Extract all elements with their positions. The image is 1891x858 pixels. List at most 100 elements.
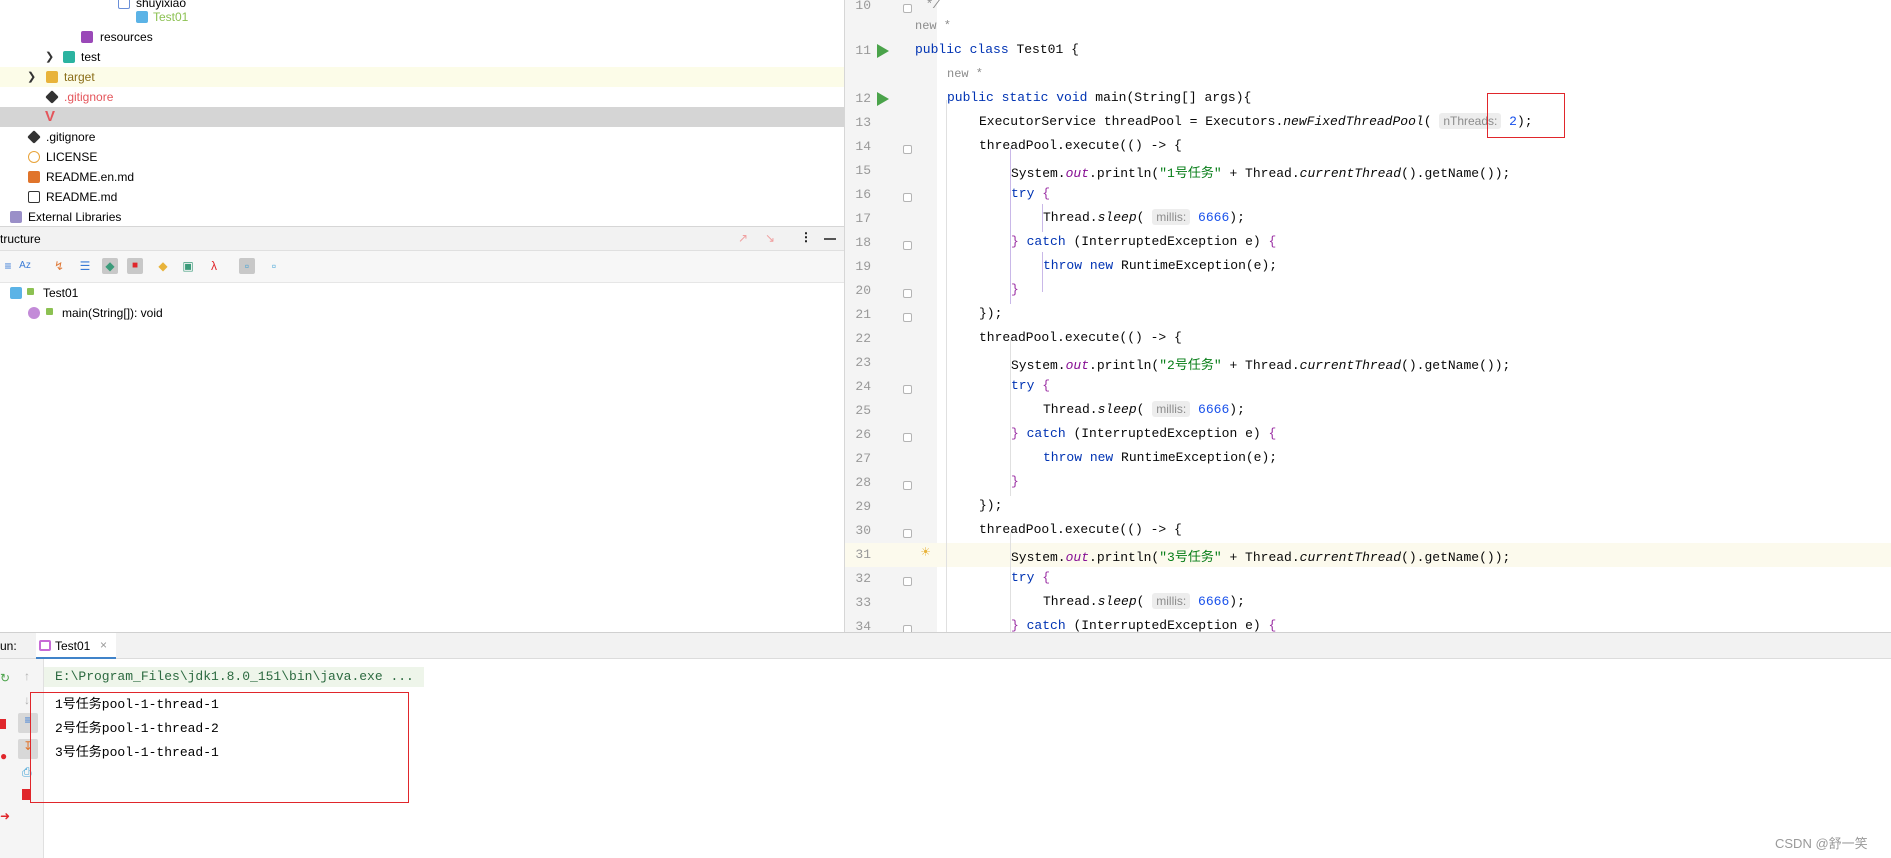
codevision-author-hint[interactable]: new *	[915, 19, 951, 33]
tree-item-target[interactable]: ❯ target	[0, 67, 844, 87]
tree-item-gitignore-1[interactable]: .gitignore	[0, 87, 844, 107]
rerun-icon[interactable]: ↻	[0, 671, 10, 685]
inherited-icon[interactable]: ↯	[51, 258, 67, 274]
structure-method-name: main(String[]): void	[62, 306, 163, 320]
line-number: 15	[855, 163, 871, 178]
tree-item-label: LICENSE	[46, 150, 98, 164]
line-number: 22	[855, 331, 871, 346]
field-icon[interactable]: ◆	[155, 258, 171, 274]
list-icon[interactable]: ☰	[77, 258, 93, 274]
lambda-icon[interactable]: λ	[206, 258, 222, 274]
structure-title: tructure	[0, 232, 41, 246]
exit-icon[interactable]: ➜	[0, 809, 10, 823]
annotation-box-nthreads	[1487, 93, 1565, 138]
code-line-27: throw new RuntimeException(e);	[1043, 450, 1278, 465]
watermark: CSDN @舒一笑	[1775, 836, 1868, 851]
structure-header: tructure ↗ ↘ ⋮	[0, 227, 844, 251]
line-number: 13	[855, 115, 871, 130]
fold-marker-icon[interactable]	[903, 577, 912, 586]
code-line-19: throw new RuntimeException(e);	[1043, 258, 1278, 273]
code-line-33: Thread.sleep( millis: 6666);	[1043, 593, 1245, 609]
tree-item-license[interactable]: LICENSE	[0, 147, 844, 167]
run-config-icon	[39, 640, 51, 651]
code-editor[interactable]: 10 11 12 13 14 15 16 17 18 19 20 21 22 2…	[844, 0, 1891, 634]
code-line-23: System.out.println("2号任务" + Thread.curre…	[1011, 358, 1511, 373]
autoscroll-to-source-icon[interactable]: ▫	[239, 258, 255, 274]
scroll-up-icon[interactable]: ↑	[24, 669, 30, 683]
test-folder-icon	[63, 51, 75, 63]
tree-item-external-libraries[interactable]: External Libraries	[0, 207, 844, 226]
run-main-icon[interactable]	[877, 92, 889, 106]
vue-icon: V	[45, 108, 56, 125]
resources-folder-icon	[81, 31, 93, 43]
license-icon	[28, 151, 40, 163]
tree-item-label: resources	[100, 30, 153, 44]
expand-icon[interactable]: ↗	[738, 231, 748, 245]
public-icon	[46, 308, 53, 315]
line-number: 12	[855, 91, 871, 106]
tag-icon[interactable]: ◆	[102, 258, 118, 274]
fold-marker-icon[interactable]	[903, 193, 912, 202]
collapse-icon[interactable]: ↘	[765, 231, 775, 245]
line-number: 33	[855, 595, 871, 610]
structure-method-row[interactable]: main(String[]): void	[0, 303, 844, 323]
tree-item-gitignore-2[interactable]: .gitignore	[0, 127, 844, 147]
sort-alpha-icon[interactable]: Az	[17, 258, 33, 274]
code-line-22: threadPool.execute(() -> {	[979, 330, 1182, 345]
tree-item-readme[interactable]: README.md	[0, 187, 844, 207]
git-icon	[27, 130, 41, 144]
tree-item-test01-class[interactable]: Test01	[0, 7, 844, 27]
tree-item-selected[interactable]: V	[0, 107, 844, 127]
structure-class-row[interactable]: Test01	[0, 283, 844, 303]
line-number: 27	[855, 451, 871, 466]
fold-marker-icon[interactable]	[903, 289, 912, 298]
autoscroll-from-source-icon[interactable]: ▫	[266, 258, 282, 274]
stop-icon[interactable]	[0, 719, 6, 729]
chevron-right-icon[interactable]: ❯	[27, 67, 36, 87]
lock-icon[interactable]: ■	[127, 258, 143, 274]
class-icon	[10, 287, 22, 299]
code-line-21: });	[979, 306, 1003, 321]
fold-marker-icon[interactable]	[903, 145, 912, 154]
line-number: 28	[855, 475, 871, 490]
tree-item-label: .gitignore	[46, 130, 96, 144]
fold-marker-icon[interactable]	[903, 4, 912, 13]
excluded-folder-icon	[46, 71, 58, 83]
code-line-20: }	[1011, 282, 1019, 297]
param-hint-millis: millis:	[1152, 401, 1191, 417]
chevron-right-icon[interactable]: ❯	[45, 47, 54, 67]
camera-icon[interactable]: ●	[0, 749, 7, 763]
fold-marker-icon[interactable]	[903, 481, 912, 490]
code-line-24: try {	[1011, 378, 1051, 393]
fold-marker-icon[interactable]	[903, 529, 912, 538]
code-line-15: System.out.println("1号任务" + Thread.curre…	[1011, 166, 1511, 181]
options-icon[interactable]: ⋮	[800, 230, 812, 244]
fold-marker-icon[interactable]	[903, 313, 912, 322]
sort-icon[interactable]: ≡	[0, 258, 16, 274]
fold-marker-icon[interactable]	[903, 433, 912, 442]
fold-marker-icon[interactable]	[903, 385, 912, 394]
tree-item-label: README.en.md	[46, 170, 135, 184]
run-tab-label: Test01	[55, 639, 91, 653]
codevision-author-hint[interactable]: new *	[947, 67, 983, 81]
line-number: 18	[855, 235, 871, 250]
minimize-icon[interactable]	[824, 238, 836, 240]
document-icon	[28, 191, 40, 203]
fold-marker-icon[interactable]	[903, 241, 912, 250]
tree-item-test[interactable]: ❯ test	[0, 47, 844, 67]
line-number: 31	[855, 547, 871, 562]
code-line-30: threadPool.execute(() -> {	[979, 522, 1182, 537]
code-area[interactable]: */ new * public class Test01 { new * pub…	[915, 0, 1891, 633]
run-tab-test01[interactable]: Test01 ×	[36, 633, 116, 659]
line-number: 30	[855, 523, 871, 538]
code-line-14: threadPool.execute(() -> {	[979, 138, 1182, 153]
line-number: 10	[855, 0, 871, 13]
anonymous-icon[interactable]: ▣	[180, 258, 196, 274]
close-icon[interactable]: ×	[100, 638, 107, 652]
tree-item-readme-en[interactable]: README.en.md	[0, 167, 844, 187]
code-line-10: */	[925, 0, 941, 12]
line-number: 19	[855, 259, 871, 274]
code-line-25: Thread.sleep( millis: 6666);	[1043, 401, 1245, 417]
run-class-icon[interactable]	[877, 44, 889, 58]
tree-item-resources[interactable]: resources	[0, 27, 844, 47]
